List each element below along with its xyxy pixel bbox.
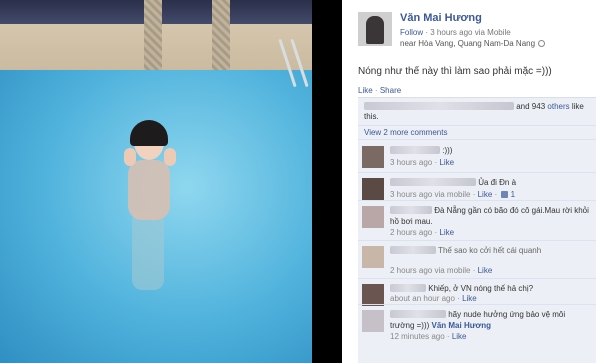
blurred-name — [390, 246, 436, 254]
comment-meta: about an hour ago · Like — [390, 294, 477, 303]
pillar — [212, 0, 230, 80]
blurred-name — [390, 284, 426, 292]
divider — [358, 240, 596, 241]
comment-item: hãy nude hưởng ứng bảo vệ môi trường =))… — [362, 308, 594, 350]
post-location: near Hòa Vang, Quang Nam-Da Nang — [400, 39, 546, 48]
comment-text: :))) — [442, 146, 453, 155]
comment-body: Khiếp, ở VN nóng thế hả chị? — [390, 283, 590, 294]
comment-time: 2 hours ago via mobile — [390, 266, 471, 275]
divider — [358, 125, 596, 126]
person-hand — [164, 148, 176, 166]
comment-like-link[interactable]: Like — [439, 228, 454, 237]
others-link[interactable]: others — [547, 102, 569, 111]
divider — [358, 172, 596, 173]
comment-text: Khiếp, ở VN nóng thế hả chị? — [428, 284, 534, 293]
comment-like-link[interactable]: Like — [478, 266, 493, 275]
comment-meta: 3 hours ago · Like — [390, 158, 455, 167]
blurred-name — [390, 206, 432, 214]
comment-like-link[interactable]: Like — [462, 294, 477, 303]
comment-body: Ủa đi Đn à — [390, 177, 590, 188]
globe-icon — [538, 40, 546, 47]
like-button[interactable]: Like — [358, 86, 373, 95]
likes-summary: and 943 others like this. — [364, 102, 590, 122]
comment-time: 2 hours ago — [390, 228, 433, 237]
comment-time: 3 hours ago via mobile — [390, 190, 471, 199]
author-avatar[interactable] — [358, 12, 392, 46]
pillar — [144, 0, 162, 80]
comment-like-link[interactable]: Like — [439, 158, 454, 167]
comment-item: Thế sao ko cởi hết cái quanh 2 hours ago… — [362, 244, 594, 278]
commenter-avatar[interactable] — [362, 246, 384, 268]
comment-time: 3 hours ago — [390, 158, 433, 167]
comment-likes-count[interactable]: 1 — [511, 190, 515, 199]
comments-section: and 943 others like this. View 2 more co… — [358, 97, 596, 363]
comment-item: Đà Nẵng gần có bão đó cô gái.Mau rời khỏ… — [362, 204, 594, 240]
share-button[interactable]: Share — [380, 86, 401, 95]
comment-body: Thế sao ko cởi hết cái quanh — [390, 245, 590, 256]
post-header: Văn Mai Hương Follow · 3 hours ago via M… — [358, 10, 594, 54]
comment-meta: 2 hours ago · Like — [390, 228, 455, 237]
post-meta: Follow · 3 hours ago via Mobile — [400, 28, 511, 37]
comment-body: Đà Nẵng gần có bão đó cô gái.Mau rời khỏ… — [390, 205, 590, 227]
comment-body: hãy nude hưởng ứng bảo vệ môi trường =))… — [390, 309, 590, 331]
comment-meta: 12 minutes ago · Like — [390, 332, 467, 341]
commenter-avatar[interactable] — [362, 284, 384, 306]
blurred-names — [364, 102, 514, 110]
comment-text: Thế sao ko cởi hết cái quanh — [438, 246, 542, 255]
likes-count: and 943 — [516, 102, 546, 111]
commenter-avatar[interactable] — [362, 206, 384, 228]
divider — [358, 139, 596, 140]
post-actions: Like · Share — [358, 86, 401, 95]
commenter-avatar[interactable] — [362, 310, 384, 332]
divider — [358, 304, 596, 305]
person-hand — [124, 148, 136, 166]
blurred-name — [390, 146, 440, 154]
post-side-panel: Văn Mai Hương Follow · 3 hours ago via M… — [342, 0, 600, 363]
blurred-name — [390, 310, 446, 318]
blurred-name — [390, 178, 476, 186]
comment-meta: 3 hours ago via mobile · Like · 1 — [390, 190, 516, 199]
mention-link[interactable]: Văn Mai Hương — [432, 321, 491, 330]
location-text[interactable]: near Hòa Vang, Quang Nam-Da Nang — [400, 39, 535, 48]
comment-like-link[interactable]: Like — [478, 190, 493, 199]
comment-time: about an hour ago — [390, 294, 455, 303]
comment-meta: 2 hours ago via mobile · Like — [390, 266, 493, 275]
thumbs-up-icon — [501, 191, 509, 198]
comment-body: :))) — [390, 145, 590, 156]
comment-time: 12 minutes ago — [390, 332, 445, 341]
post-time: · 3 hours ago via Mobile — [425, 28, 511, 37]
divider — [358, 200, 596, 201]
comment-text: Ủa đi Đn à — [478, 178, 517, 187]
comment-like-link[interactable]: Like — [452, 332, 467, 341]
post-caption: Nóng như thế này thì làm sao phải mặc =)… — [358, 66, 552, 77]
author-name[interactable]: Văn Mai Hương — [400, 12, 482, 24]
person-legs — [132, 210, 164, 290]
divider — [358, 278, 596, 279]
follow-link[interactable]: Follow — [400, 28, 423, 37]
separator-dot: · — [374, 86, 378, 95]
person-body — [128, 160, 170, 220]
commenter-avatar[interactable] — [362, 146, 384, 168]
view-more-comments[interactable]: View 2 more comments — [364, 128, 447, 137]
commenter-avatar[interactable] — [362, 178, 384, 200]
post-photo[interactable] — [0, 0, 312, 363]
